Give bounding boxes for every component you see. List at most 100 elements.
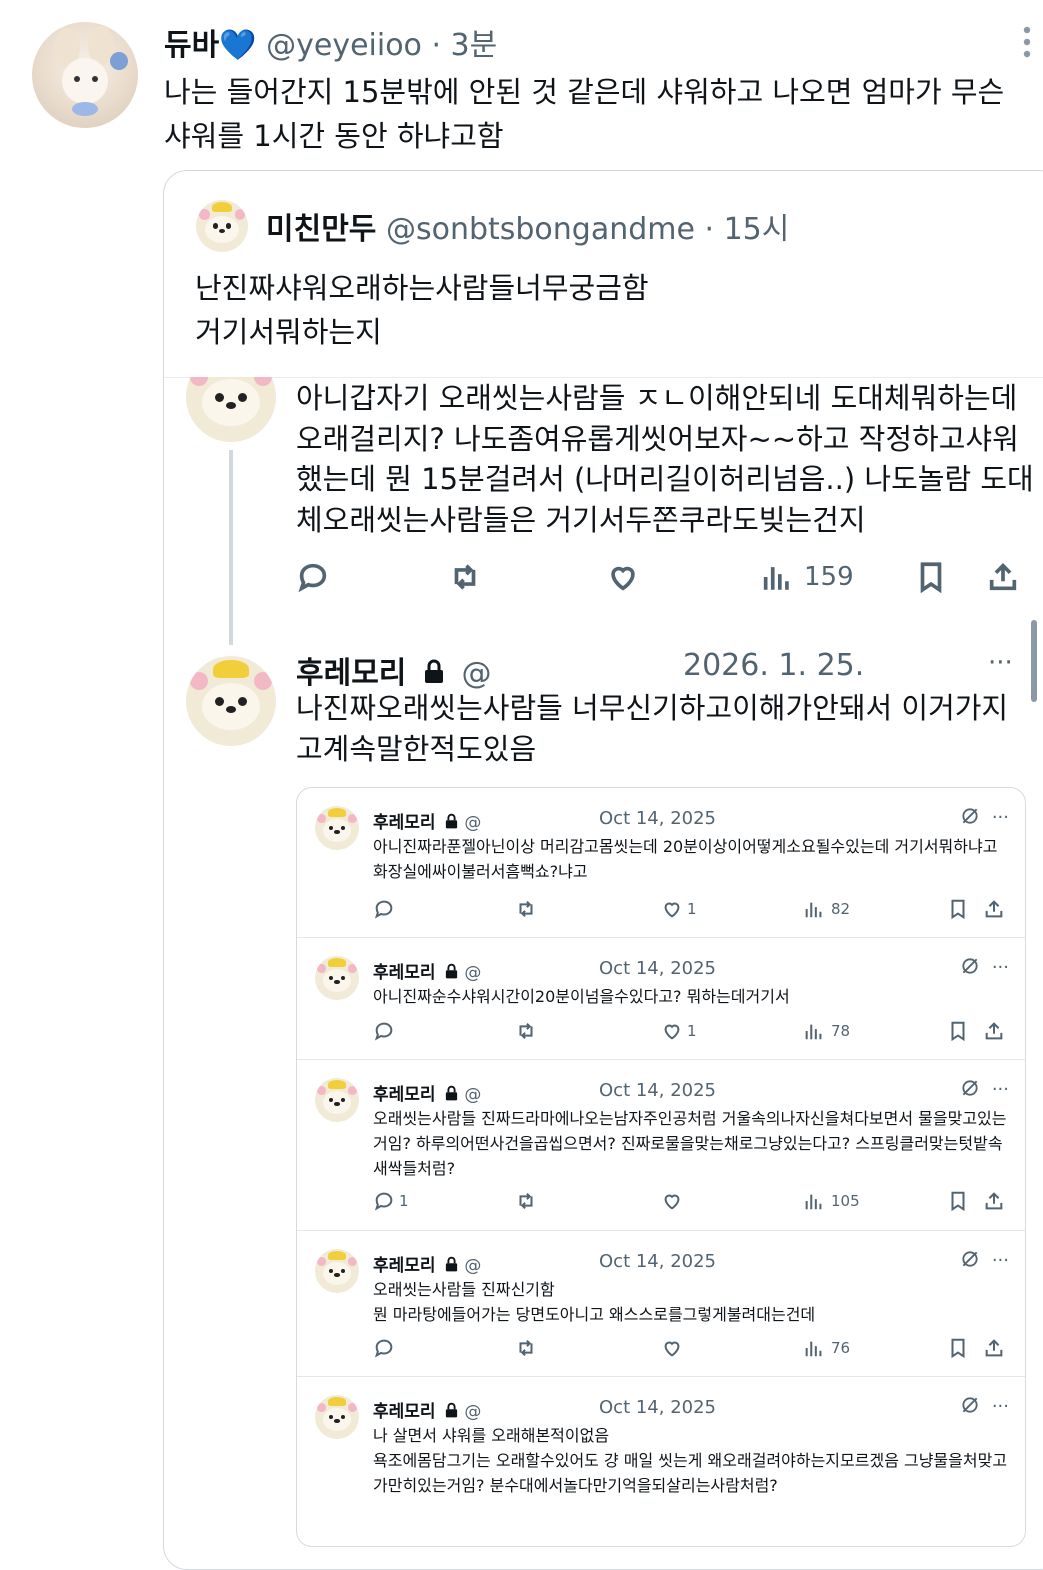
like-button[interactable] bbox=[661, 1190, 687, 1212]
bookmark-icon bbox=[951, 899, 965, 920]
embedded-post[interactable]: 후레모리 @ Oct 14, 2025 ··· 오래씻는사람들 진짜신기함 뭔 마라탕… bbox=[297, 1231, 1025, 1377]
reply-button[interactable] bbox=[373, 1337, 399, 1359]
embedded-date[interactable]: Oct 14, 2025 bbox=[599, 808, 716, 829]
reply-date[interactable]: 2026. 1. 25. bbox=[683, 648, 864, 683]
share-button[interactable] bbox=[983, 1190, 1005, 1212]
more-dots-icon[interactable]: ··· bbox=[992, 1079, 1009, 1100]
embedded-actions: 1 78 bbox=[373, 1020, 1013, 1046]
bookmark-button[interactable] bbox=[947, 1020, 969, 1042]
embedded-avatar[interactable] bbox=[315, 806, 359, 850]
embedded-handle[interactable]: @ bbox=[464, 1402, 481, 1422]
bookmark-button[interactable] bbox=[947, 1190, 969, 1212]
more-dots-icon[interactable]: ··· bbox=[992, 1250, 1009, 1271]
embedded-top-icons: ··· bbox=[960, 956, 1009, 978]
grok-icon[interactable] bbox=[960, 1395, 980, 1415]
share-button[interactable] bbox=[983, 898, 1005, 920]
more-dots-icon[interactable]: ··· bbox=[992, 1396, 1009, 1417]
quoted-timestamp[interactable]: · 15시 bbox=[705, 212, 790, 247]
views-button[interactable]: 82 bbox=[803, 898, 850, 920]
views-icon bbox=[805, 1194, 822, 1210]
embedded-date[interactable]: Oct 14, 2025 bbox=[599, 958, 716, 979]
retweet-button[interactable] bbox=[515, 1190, 537, 1212]
embedded-actions: 1 82 bbox=[373, 898, 1013, 924]
views-button[interactable]: 105 bbox=[803, 1190, 860, 1212]
like-button[interactable]: 1 bbox=[661, 898, 697, 920]
reply-button[interactable] bbox=[296, 557, 330, 597]
embedded-post[interactable]: 후레모리 @ Oct 14, 2025 ··· 아니진짜라푼젤아닌이상 머리감고몸씻는… bbox=[297, 788, 1025, 938]
display-name[interactable]: 듀바💙 bbox=[164, 28, 257, 63]
lock-icon bbox=[424, 659, 443, 683]
embedded-avatar[interactable] bbox=[315, 1078, 359, 1122]
embedded-handle[interactable]: @ bbox=[464, 813, 481, 833]
retweet-button[interactable] bbox=[515, 1020, 537, 1042]
embedded-name[interactable]: 후레모리 bbox=[373, 1085, 436, 1105]
share-icon bbox=[989, 563, 1017, 591]
views-button[interactable]: 159 bbox=[760, 557, 854, 597]
bookmark-button[interactable] bbox=[947, 1337, 969, 1359]
scrollbar[interactable] bbox=[1031, 620, 1037, 702]
embedded-avatar[interactable] bbox=[315, 1395, 359, 1439]
retweet-icon bbox=[519, 1339, 533, 1357]
more-dots-icon[interactable]: ··· bbox=[992, 957, 1009, 978]
views-button[interactable]: 76 bbox=[803, 1337, 850, 1359]
retweet-button[interactable] bbox=[448, 557, 482, 597]
handle[interactable]: @yeyeiioo bbox=[266, 28, 422, 63]
bookmark-button[interactable] bbox=[947, 898, 969, 920]
grok-icon[interactable] bbox=[960, 1249, 980, 1269]
embedded-post[interactable]: 후레모리 @ Oct 14, 2025 ··· 아니진짜순수샤워시간이20분이넘을수있… bbox=[297, 938, 1025, 1060]
attached-screenshot[interactable]: 후레모리 @ Oct 14, 2025 ··· 아니진짜라푼젤아닌이상 머리감고몸씻는… bbox=[296, 787, 1026, 1547]
reply-handle[interactable]: @ bbox=[462, 656, 492, 691]
heart-icon bbox=[664, 902, 680, 918]
quoted-display-name[interactable]: 미친만두 bbox=[266, 212, 376, 247]
reply-more-button[interactable]: ··· bbox=[988, 648, 1013, 678]
views-count: 76 bbox=[831, 1339, 851, 1357]
lock-icon bbox=[445, 1085, 458, 1101]
embedded-handle[interactable]: @ bbox=[464, 1256, 481, 1276]
quoted-handle[interactable]: @sonbtsbongandme bbox=[386, 212, 695, 247]
embedded-name[interactable]: 후레모리 bbox=[373, 1256, 436, 1276]
quoted-avatar[interactable] bbox=[196, 200, 248, 252]
like-count: 1 bbox=[687, 1022, 697, 1040]
embedded-avatar[interactable] bbox=[315, 1249, 359, 1293]
reply-icon bbox=[374, 1192, 393, 1211]
embedded-date[interactable]: Oct 14, 2025 bbox=[599, 1080, 716, 1101]
grok-icon[interactable] bbox=[960, 956, 980, 976]
main-avatar[interactable] bbox=[32, 22, 138, 128]
heart-icon bbox=[664, 1194, 680, 1210]
timestamp[interactable]: · 3분 bbox=[431, 28, 497, 63]
share-button[interactable] bbox=[986, 557, 1020, 597]
reply-avatar[interactable] bbox=[186, 656, 276, 746]
like-button[interactable] bbox=[661, 1337, 687, 1359]
embedded-date[interactable]: Oct 14, 2025 bbox=[599, 1251, 716, 1272]
more-dots-icon[interactable] bbox=[1019, 24, 1035, 71]
embedded-handle[interactable]: @ bbox=[464, 963, 481, 983]
bookmark-icon bbox=[951, 1021, 965, 1042]
like-button[interactable]: 1 bbox=[661, 1020, 697, 1042]
share-button[interactable] bbox=[983, 1337, 1005, 1359]
thread-actions: 159 bbox=[296, 557, 1026, 597]
grok-icon[interactable] bbox=[960, 806, 980, 826]
bookmark-button[interactable] bbox=[914, 557, 948, 597]
embedded-handle[interactable]: @ bbox=[464, 1085, 481, 1105]
views-button[interactable]: 78 bbox=[803, 1020, 850, 1042]
embedded-name[interactable]: 후레모리 bbox=[373, 963, 436, 983]
embedded-post[interactable]: 후레모리 @ Oct 14, 2025 ··· 오래씻는사람들 진짜드라마에나오는남자… bbox=[297, 1060, 1025, 1231]
reply-button[interactable] bbox=[373, 898, 399, 920]
grok-icon[interactable] bbox=[960, 1078, 980, 1098]
embedded-name[interactable]: 후레모리 bbox=[373, 1402, 436, 1422]
embedded-text: 아니진짜순수샤워시간이20분이넘을수있다고? 뭐하는데거기서 bbox=[373, 987, 790, 1006]
embedded-name[interactable]: 후레모리 bbox=[373, 813, 436, 833]
more-dots-icon[interactable]: ··· bbox=[992, 807, 1009, 828]
like-button[interactable] bbox=[606, 557, 640, 597]
reply-button[interactable]: 1 bbox=[373, 1190, 409, 1212]
embedded-avatar[interactable] bbox=[315, 956, 359, 1000]
embedded-date[interactable]: Oct 14, 2025 bbox=[599, 1397, 716, 1418]
quoted-text-line-2: 거기서뭐하는지 bbox=[195, 315, 382, 349]
reply-display-name[interactable]: 후레모리 bbox=[296, 656, 406, 691]
quoted-text-line-1: 난진짜샤워오래하는사람들너무궁금함 bbox=[195, 271, 649, 305]
share-button[interactable] bbox=[983, 1020, 1005, 1042]
reply-button[interactable] bbox=[373, 1020, 399, 1042]
embedded-post[interactable]: 후레모리 @ Oct 14, 2025 ··· 나 살면서 샤워를 오래해본적이없음 … bbox=[297, 1377, 1025, 1546]
retweet-button[interactable] bbox=[515, 1337, 537, 1359]
retweet-button[interactable] bbox=[515, 898, 537, 920]
